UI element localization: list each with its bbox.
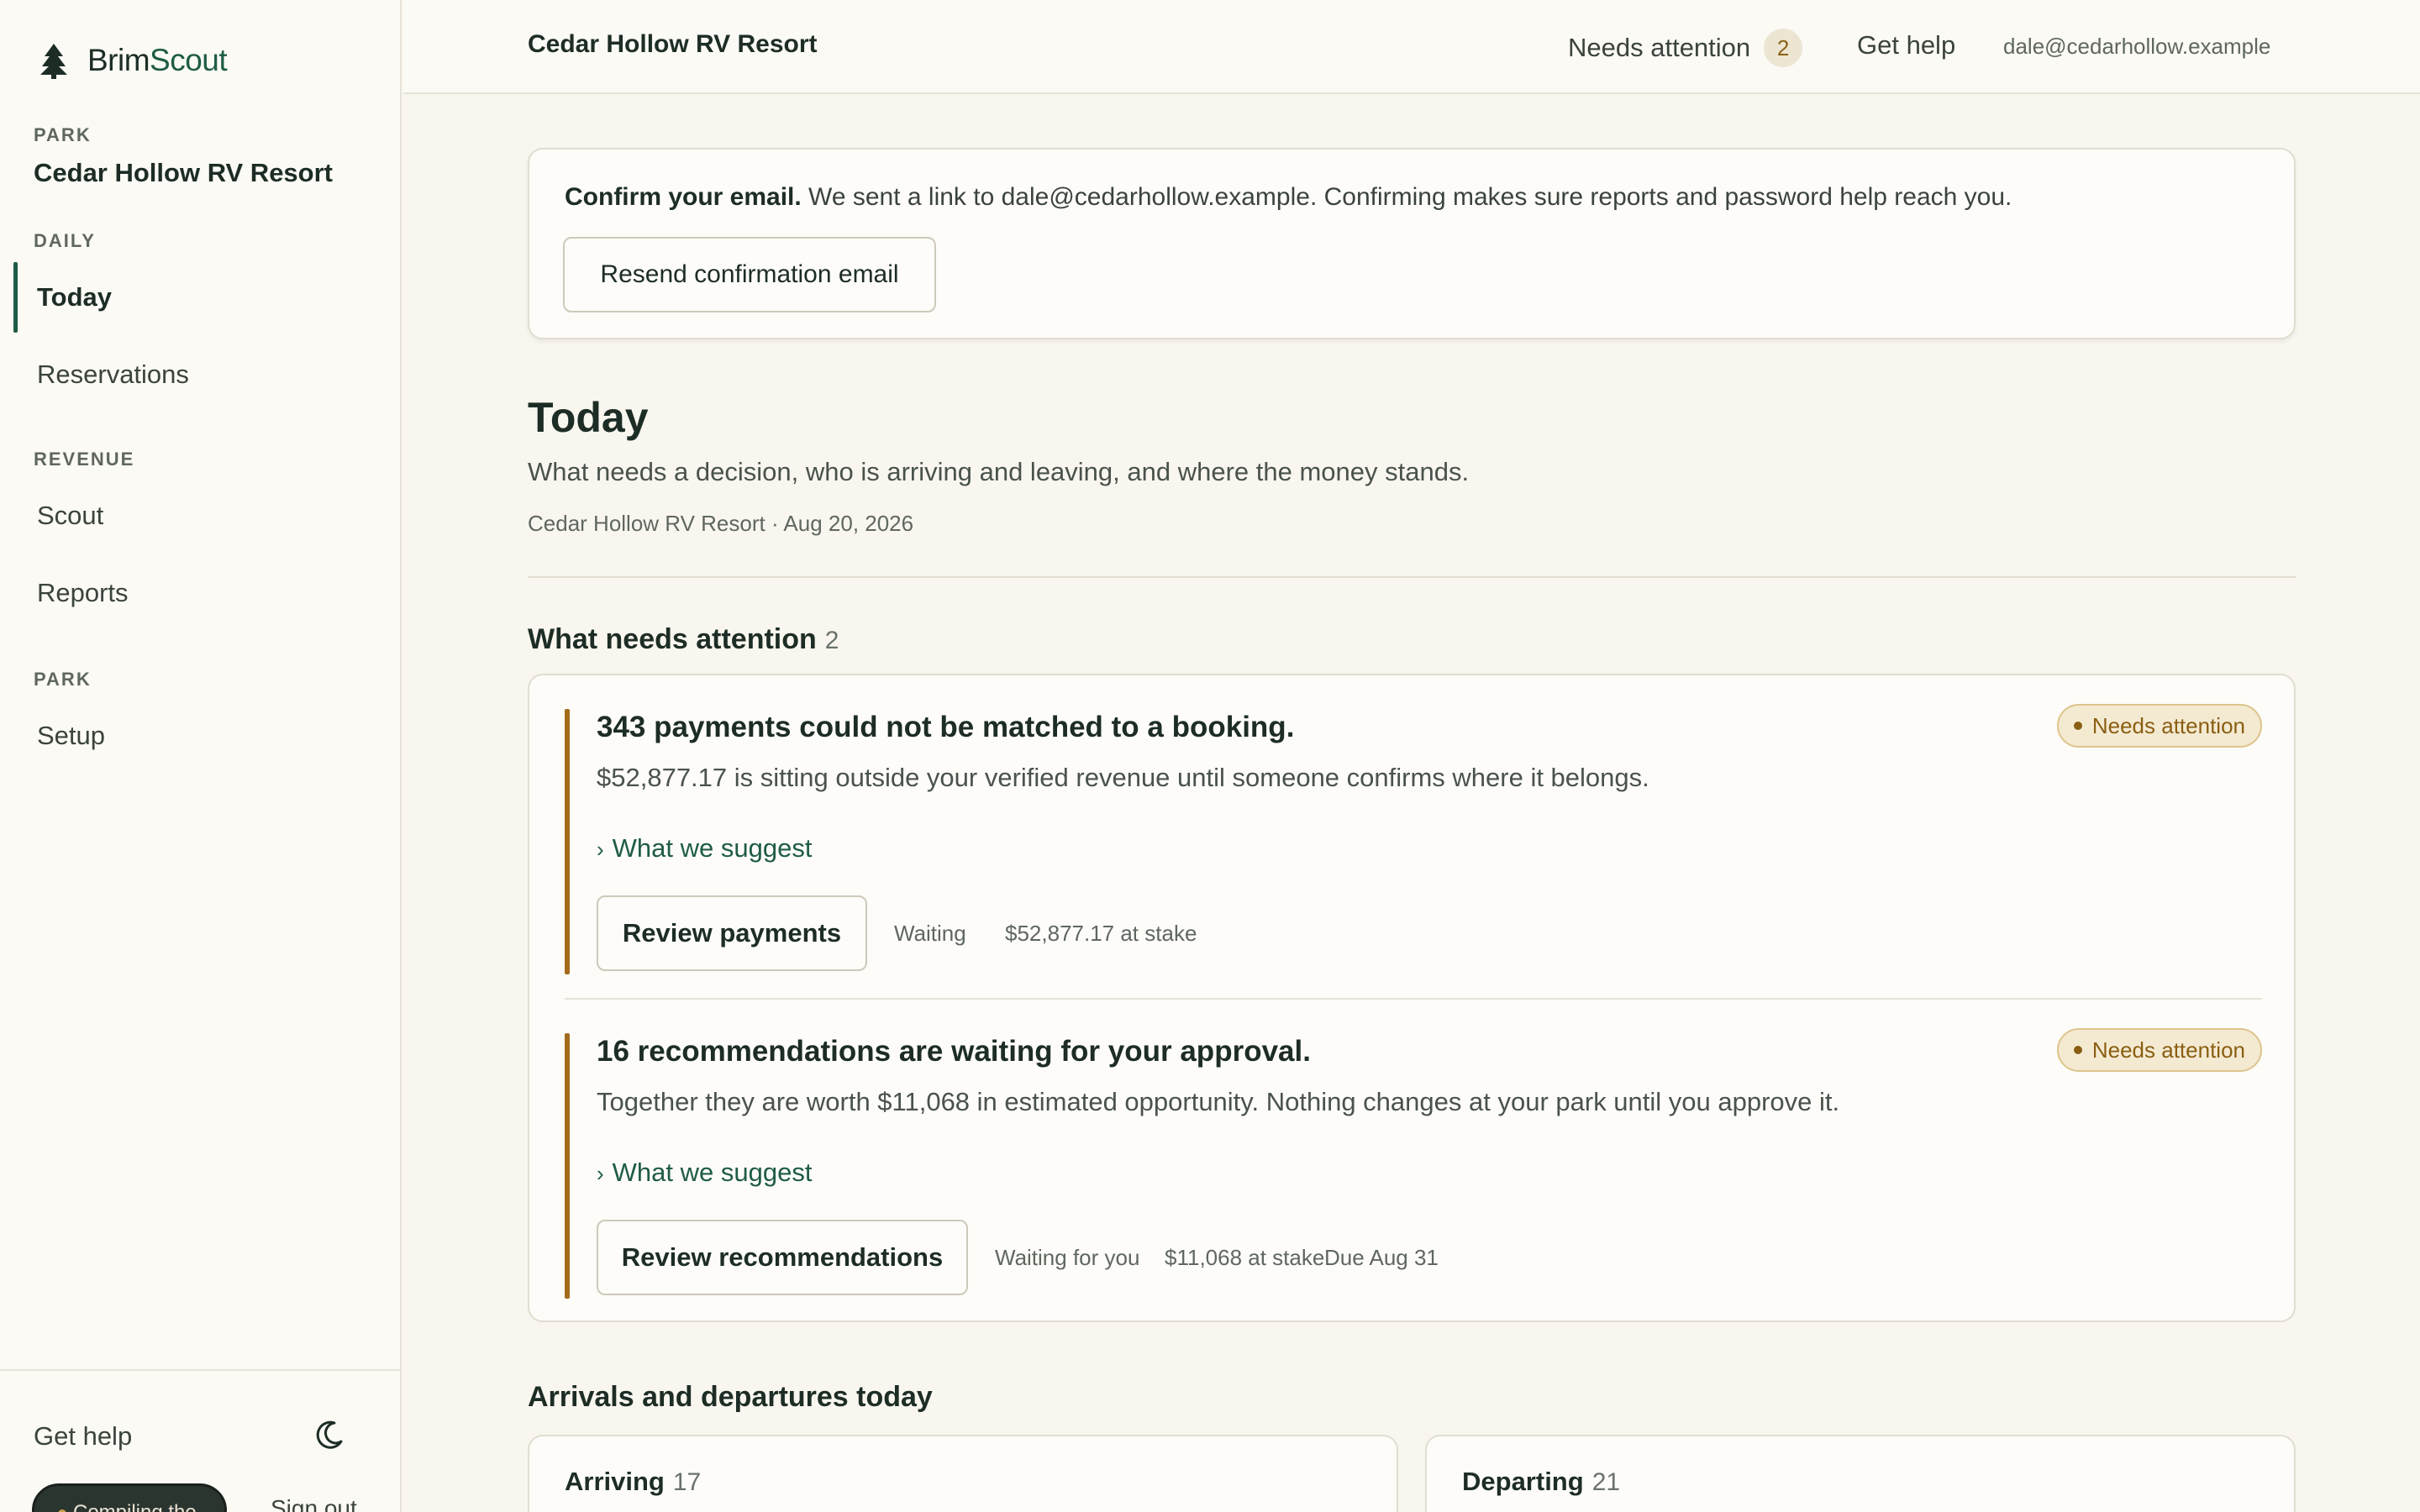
attention-meta: $11,068 at stake <box>1165 1245 1325 1270</box>
dot-icon <box>2073 722 2082 731</box>
resend-confirmation-button[interactable]: Resend confirmation email <box>563 237 936 312</box>
dot-icon <box>58 1509 66 1512</box>
attention-meta: Due Aug 31 <box>1324 1245 1439 1270</box>
arriving-title: Arriving 17 <box>565 1467 702 1496</box>
attention-accent-bar <box>565 709 570 974</box>
pine-tree-icon <box>40 44 67 79</box>
top-bar: Cedar Hollow RV Resort Needs attention 2… <box>403 0 2420 94</box>
confirm-email-message: Confirm your email. We sent a link to da… <box>565 183 2012 212</box>
review-payments-button[interactable]: Review payments <box>597 895 867 971</box>
attention-meta: Waiting <box>894 921 966 946</box>
status-badge: Needs attention <box>2056 704 2262 748</box>
sign-out-link[interactable]: Sign out <box>271 1495 357 1512</box>
attention-card: 343 payments could not be matched to a b… <box>528 674 2296 1322</box>
sidebar-item-label: Scout <box>37 501 104 530</box>
attention-item: 16 recommendations are waiting for your … <box>565 1028 2262 1299</box>
needs-attention-label: Needs attention <box>1568 33 1751 62</box>
divider <box>528 576 2296 578</box>
confirm-email-heading: Confirm your email. <box>565 183 802 211</box>
attention-meta: Waiting for you <box>995 1245 1140 1270</box>
sidebar-item-label: Reports <box>37 578 129 607</box>
sidebar-footer: Get help Compiling the Sign out <box>0 1369 402 1512</box>
park-name: Cedar Hollow RV Resort <box>34 158 334 187</box>
page-title: Today <box>528 394 649 441</box>
attention-headline: 343 payments could not be matched to a b… <box>597 711 1295 743</box>
moon-icon[interactable] <box>313 1418 346 1452</box>
sidebar-item-today[interactable]: Today <box>13 262 383 333</box>
sidebar-item-label: Setup <box>37 721 106 750</box>
section-label-daily: DAILY <box>34 230 96 251</box>
attention-item: 343 payments could not be matched to a b… <box>565 704 2262 974</box>
brand-name: BrimScout <box>87 43 228 77</box>
attention-section-title: What needs attention 2 <box>528 623 839 655</box>
attention-body: $52,877.17 is sitting outside your verif… <box>597 763 1649 792</box>
status-badge: Needs attention <box>2056 1028 2262 1072</box>
arrivals-section-title: Arrivals and departures today <box>528 1381 933 1413</box>
sidebar-item-setup[interactable]: Setup <box>13 701 383 771</box>
status-pill[interactable]: Compiling the <box>32 1483 227 1512</box>
arriving-card[interactable]: Arriving 17 <box>528 1435 1398 1512</box>
attention-headline: 16 recommendations are waiting for your … <box>597 1035 1311 1068</box>
dot-icon <box>2073 1046 2082 1055</box>
page-meta: Cedar Hollow RV Resort · Aug 20, 2026 <box>528 511 914 536</box>
account-email[interactable]: dale@cedarhollow.example <box>2003 34 2270 60</box>
attention-divider <box>565 998 2262 1000</box>
brand-logo[interactable]: BrimScout <box>37 42 228 79</box>
chevron-right-icon: › <box>597 837 604 862</box>
attention-meta: $52,877.17 at stake <box>1005 921 1197 946</box>
sidebar-item-label: Today <box>37 282 112 312</box>
needs-attention-link[interactable]: Needs attention 2 <box>1568 29 1803 67</box>
attention-section-count: 2 <box>824 627 839 654</box>
departing-title: Departing 21 <box>1462 1467 1621 1496</box>
what-we-suggest-toggle[interactable]: › What we suggest <box>597 833 812 864</box>
header-park-title: Cedar Hollow RV Resort <box>528 30 818 58</box>
sidebar: BrimScout PARK Cedar Hollow RV Resort DA… <box>0 0 402 1512</box>
arriving-count: 17 <box>672 1468 702 1496</box>
header-help-link[interactable]: Get help <box>1857 30 1955 60</box>
departing-card[interactable]: Departing 21 <box>1425 1435 2296 1512</box>
attention-count-badge: 2 <box>1764 29 1803 67</box>
page-subtitle: What needs a decision, who is arriving a… <box>528 457 1470 486</box>
confirm-email-banner: Confirm your email. We sent a link to da… <box>528 148 2296 339</box>
section-label-park-setup: PARK <box>34 669 92 690</box>
section-label-revenue: REVENUE <box>34 449 135 470</box>
section-label-park: PARK <box>34 124 92 145</box>
review-recommendations-button[interactable]: Review recommendations <box>597 1220 968 1295</box>
sidebar-item-scout[interactable]: Scout <box>13 480 383 551</box>
what-we-suggest-toggle[interactable]: › What we suggest <box>597 1158 812 1188</box>
sidebar-item-label: Reservations <box>37 360 189 389</box>
confirm-email-text: We sent a link to dale@cedarhollow.examp… <box>801 183 2012 211</box>
sidebar-item-reservations[interactable]: Reservations <box>13 339 383 410</box>
chevron-right-icon: › <box>597 1161 604 1186</box>
sidebar-help-link[interactable]: Get help <box>34 1421 132 1452</box>
sidebar-item-reports[interactable]: Reports <box>13 558 383 628</box>
attention-accent-bar <box>565 1033 570 1299</box>
departing-count: 21 <box>1591 1468 1621 1496</box>
attention-body: Together they are worth $11,068 in estim… <box>597 1087 1840 1116</box>
